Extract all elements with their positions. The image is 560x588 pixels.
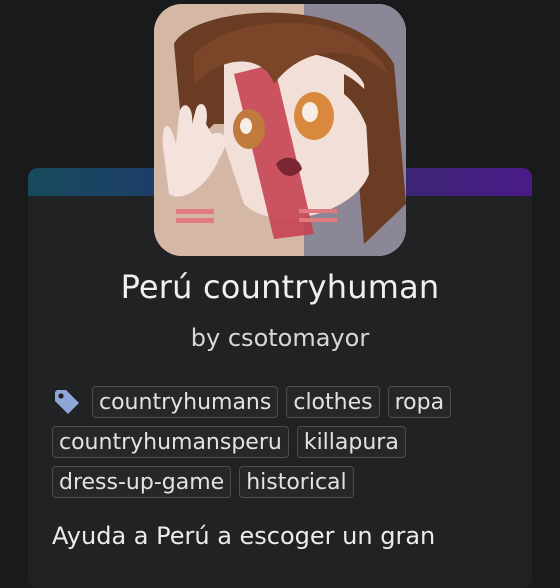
tag-item[interactable]: historical [239,466,354,498]
game-title: Perú countryhuman [120,268,440,306]
game-description: Ayuda a Perú a escoger un gran [52,522,436,550]
game-cover-avatar[interactable] [154,4,406,256]
tag-item[interactable]: dress-up-game [52,466,232,498]
tag-item[interactable]: ropa [387,386,452,418]
tag-item[interactable]: killapura [296,426,406,458]
author-byline[interactable]: by csotomayor [0,324,560,352]
cover-illustration [154,4,406,256]
tag-list: countryhumans clothes ropa countryhumans… [52,386,522,498]
tag-item[interactable]: countryhumans [92,386,279,418]
tag-icon [52,386,84,418]
tag-item[interactable]: clothes [286,386,380,418]
tag-item[interactable]: countryhumansperu [52,426,289,458]
